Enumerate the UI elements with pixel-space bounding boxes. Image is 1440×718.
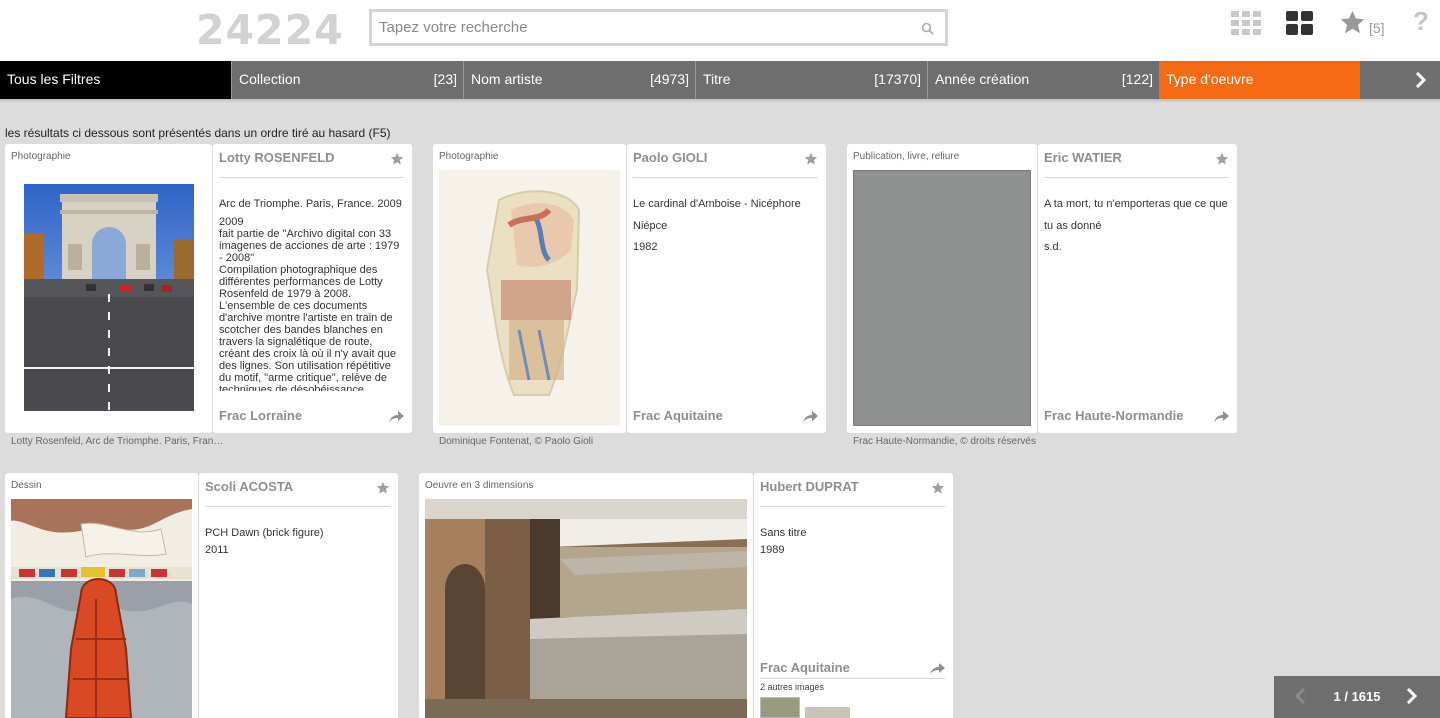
filter-creation-year[interactable]: Année création [122] — [927, 61, 1160, 99]
filter-label: Tous les Filtres — [7, 71, 101, 87]
filter-next-button[interactable] — [1360, 61, 1440, 99]
artwork-year: 2011 — [205, 544, 229, 556]
bar-shadow — [0, 99, 1440, 103]
filter-count: [23] — [433, 71, 457, 87]
chevron-right-icon — [1415, 72, 1426, 88]
work-type-label: Publication, livre, reliure — [853, 151, 960, 162]
grid-large-view-icon[interactable] — [1286, 11, 1313, 35]
artwork-year: s.d. — [1044, 241, 1062, 253]
extra-image-thumbnail[interactable] — [805, 707, 850, 718]
filter-count: [122] — [1121, 71, 1153, 87]
favorite-star-icon[interactable] — [390, 152, 404, 166]
artwork-title: Le cardinal d'Amboise - Nicéphore Niépce — [633, 198, 801, 232]
artwork-image[interactable] — [425, 499, 747, 718]
artwork-info-card[interactable]: Hubert DUPRAT Sans titre 1989 Frac Aquit… — [754, 473, 953, 718]
favorite-star-icon[interactable] — [931, 481, 945, 495]
divider — [760, 506, 945, 507]
favorites-count[interactable]: [5] — [1369, 20, 1385, 36]
filter-label: Type d'oeuvre — [1166, 71, 1254, 87]
divider — [219, 177, 404, 178]
artist-name[interactable]: Hubert DUPRAT — [760, 479, 859, 494]
artwork-image[interactable] — [24, 184, 194, 411]
artwork-info-card[interactable]: Lotty ROSENFELD Arc de Triomphe. Paris, … — [213, 144, 412, 433]
help-icon[interactable]: ? — [1413, 6, 1429, 37]
favorites-star-icon[interactable] — [1339, 9, 1366, 36]
share-icon[interactable] — [930, 663, 945, 676]
work-type-label: Photographie — [11, 151, 71, 162]
artwork-description: 2009 fait partie de "Archivo digital con… — [219, 216, 400, 391]
artwork-image[interactable] — [439, 170, 620, 426]
filter-collection[interactable]: Collection [23] — [231, 61, 464, 99]
search-input[interactable] — [372, 12, 892, 43]
artwork-image-card[interactable]: Dessin — [5, 473, 198, 718]
artist-name[interactable]: Scoli ACOSTA — [205, 479, 293, 494]
extra-images-label[interactable]: 2 autres images — [760, 682, 824, 692]
collection-name[interactable]: Frac Aquitaine — [633, 408, 723, 423]
filter-title[interactable]: Titre [17370] — [695, 61, 928, 99]
divider — [760, 678, 945, 679]
divider — [205, 506, 390, 507]
image-caption: Frac Haute-Normandie, © droits réservés — [853, 436, 1036, 447]
artwork-image[interactable] — [853, 170, 1031, 426]
chevron-right-icon[interactable] — [1406, 688, 1417, 704]
artwork-info-card[interactable]: Eric WATIER A ta mort, tu n'emporteras q… — [1038, 144, 1237, 433]
divider — [633, 177, 818, 178]
share-icon[interactable] — [803, 411, 818, 424]
favorite-star-icon[interactable] — [376, 481, 390, 495]
artwork-info-card[interactable]: Scoli ACOSTA PCH Dawn (brick figure) 201… — [199, 473, 398, 718]
work-type-label: Dessin — [11, 480, 42, 491]
share-icon[interactable] — [1214, 411, 1229, 424]
extra-image-thumbnail[interactable] — [760, 697, 800, 718]
filter-label: Collection — [239, 71, 301, 87]
filter-count: [4973] — [650, 71, 689, 87]
filter-all[interactable]: Tous les Filtres — [0, 61, 231, 99]
random-order-notice: les résultats ci dessous sont présentés … — [5, 126, 391, 140]
top-header: 24224 [5] ? — [0, 0, 1440, 61]
artist-name[interactable]: Paolo GIOLI — [633, 150, 707, 165]
filter-label: Année création — [935, 71, 1030, 87]
artwork-year: 1982 — [633, 241, 658, 253]
collection-name[interactable]: Frac Haute-Normandie — [1044, 408, 1183, 423]
work-type-label: Oeuvre en 3 dimensions — [425, 480, 534, 491]
filter-count: [17370] — [874, 71, 921, 87]
artwork-year: 1989 — [760, 544, 785, 556]
share-icon[interactable] — [389, 411, 404, 424]
artwork-image-card[interactable]: Publication, livre, reliure — [847, 144, 1037, 433]
filter-bar: Tous les Filtres Collection [23] Nom arti… — [0, 61, 1440, 99]
collection-name[interactable]: Frac Lorraine — [219, 408, 302, 423]
favorite-star-icon[interactable] — [804, 152, 818, 166]
grid-small-view-icon[interactable] — [1231, 11, 1261, 35]
pagination: 1 / 1615 — [1274, 676, 1440, 718]
artwork-image[interactable] — [11, 499, 192, 718]
artwork-image-card[interactable]: Photographie — [433, 144, 626, 433]
favorite-star-icon[interactable] — [1215, 152, 1229, 166]
artwork-title: A ta mort, tu n'emporteras que ce que tu… — [1044, 198, 1228, 232]
image-caption: Dominique Fontenat, © Paolo Gioli — [439, 436, 594, 447]
collection-name[interactable]: Frac Aquitaine — [760, 660, 850, 675]
filter-label: Nom artiste — [471, 71, 543, 87]
divider — [1044, 177, 1229, 178]
filter-work-type[interactable]: Type d'oeuvre — [1159, 61, 1360, 99]
work-type-label: Photographie — [439, 151, 499, 162]
artist-name[interactable]: Eric WATIER — [1044, 150, 1122, 165]
artwork-image-card[interactable]: Photographie — [5, 144, 212, 433]
search-icon[interactable] — [921, 22, 934, 35]
artist-name[interactable]: Lotty ROSENFELD — [219, 150, 335, 165]
results-counter: 24224 — [196, 6, 344, 54]
search-box[interactable] — [369, 9, 948, 46]
filter-artist-name[interactable]: Nom artiste [4973] — [463, 61, 696, 99]
artwork-info-card[interactable]: Paolo GIOLI Le cardinal d'Amboise - Nicé… — [627, 144, 826, 433]
artwork-title: Arc de Triomphe. Paris, France. 2009 — [219, 198, 402, 210]
artwork-image-card[interactable]: Oeuvre en 3 dimensions — [419, 473, 753, 718]
image-caption: Lotty Rosenfeld, Arc de Triomphe. Paris,… — [11, 436, 224, 447]
filter-label: Titre — [703, 71, 731, 87]
